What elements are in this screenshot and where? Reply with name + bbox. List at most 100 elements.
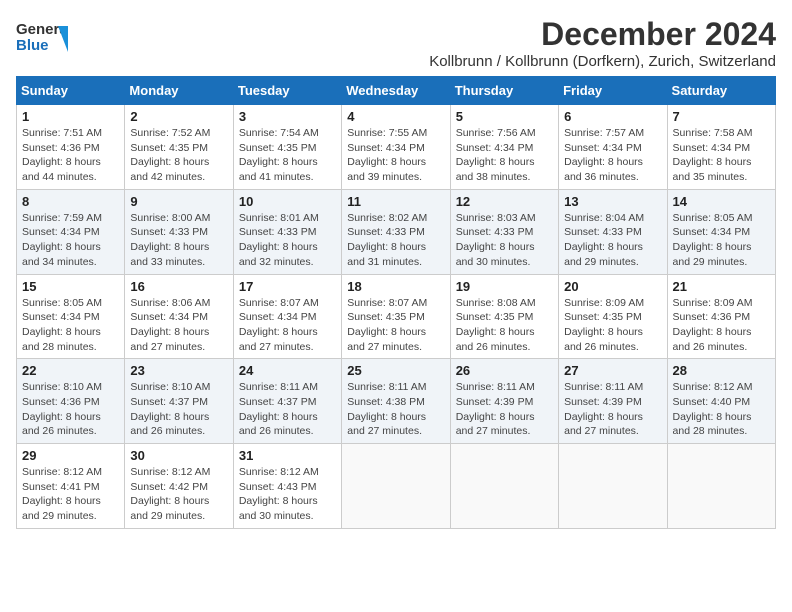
day-info: Sunrise: 8:08 AMSunset: 4:35 PMDaylight:… bbox=[456, 296, 553, 355]
col-thursday: Thursday bbox=[450, 77, 558, 105]
table-row: 22Sunrise: 8:10 AMSunset: 4:36 PMDayligh… bbox=[17, 359, 125, 444]
day-number: 7 bbox=[673, 109, 770, 124]
daylight: Daylight: 8 hours and 26 minutes. bbox=[456, 326, 535, 353]
day-info: Sunrise: 8:05 AMSunset: 4:34 PMDaylight:… bbox=[673, 211, 770, 270]
day-number: 3 bbox=[239, 109, 336, 124]
sunrise: Sunrise: 7:55 AM bbox=[347, 127, 427, 139]
table-row: 25Sunrise: 8:11 AMSunset: 4:38 PMDayligh… bbox=[342, 359, 450, 444]
sunrise: Sunrise: 8:11 AM bbox=[347, 381, 426, 393]
table-row: 31 Sunrise: 8:12 AMSunset: 4:43 PMDayligh… bbox=[233, 444, 341, 529]
table-row: 26Sunrise: 8:11 AMSunset: 4:39 PMDayligh… bbox=[450, 359, 558, 444]
sunrise: Sunrise: 8:07 AM bbox=[347, 297, 427, 309]
table-row: 18Sunrise: 8:07 AMSunset: 4:35 PMDayligh… bbox=[342, 274, 450, 359]
sunrise: Sunrise: 8:04 AM bbox=[564, 212, 644, 224]
table-row: 28Sunrise: 8:12 AMSunset: 4:40 PMDayligh… bbox=[667, 359, 775, 444]
day-number: 17 bbox=[239, 279, 336, 294]
sunrise: Sunrise: 7:51 AM bbox=[22, 127, 102, 139]
table-row: 23Sunrise: 8:10 AMSunset: 4:37 PMDayligh… bbox=[125, 359, 233, 444]
daylight: Daylight: 8 hours and 26 minutes. bbox=[239, 411, 318, 438]
table-row: 9Sunrise: 8:00 AMSunset: 4:33 PMDaylight… bbox=[125, 189, 233, 274]
sunset: Sunset: 4:36 PM bbox=[673, 311, 751, 323]
day-info: Sunrise: 8:09 AMSunset: 4:36 PMDaylight:… bbox=[673, 296, 770, 355]
sunset: Sunset: 4:34 PM bbox=[673, 226, 751, 238]
table-row: 20 Sunrise: 8:09 AMSunset: 4:35 PMDayligh… bbox=[559, 274, 667, 359]
sunrise: Sunrise: 7:52 AM bbox=[130, 127, 210, 139]
logo-icon: General Blue bbox=[16, 16, 68, 60]
calendar-week-5: 29Sunrise: 8:12 AMSunset: 4:41 PMDayligh… bbox=[17, 444, 776, 529]
table-row: 12Sunrise: 8:03 AMSunset: 4:33 PMDayligh… bbox=[450, 189, 558, 274]
day-info: Sunrise: 7:54 AMSunset: 4:35 PMDaylight:… bbox=[239, 126, 336, 185]
table-row bbox=[667, 444, 775, 529]
sunrise: Sunrise: 8:12 AM bbox=[239, 466, 319, 478]
sunset: Sunset: 4:38 PM bbox=[347, 396, 425, 408]
table-row: 7 Sunrise: 7:58 AM Sunset: 4:34 PM Daylight… bbox=[667, 105, 775, 190]
daylight: Daylight: 8 hours and 38 minutes. bbox=[456, 156, 535, 183]
day-info: Sunrise: 8:09 AMSunset: 4:35 PMDaylight:… bbox=[564, 296, 661, 355]
day-info: Sunrise: 7:58 AM Sunset: 4:34 PM Daylight:… bbox=[673, 126, 770, 185]
sunset: Sunset: 4:34 PM bbox=[347, 142, 425, 154]
day-info: Sunrise: 8:03 AMSunset: 4:33 PMDaylight:… bbox=[456, 211, 553, 270]
daylight: Daylight: 8 hours and 28 minutes. bbox=[673, 411, 752, 438]
sunrise: Sunrise: 8:08 AM bbox=[456, 297, 536, 309]
table-row: 14Sunrise: 8:05 AMSunset: 4:34 PMDayligh… bbox=[667, 189, 775, 274]
daylight: Daylight: 8 hours and 42 minutes. bbox=[130, 156, 209, 183]
sunrise: Sunrise: 8:02 AM bbox=[347, 212, 427, 224]
sunrise: Sunrise: 7:58 AM bbox=[673, 127, 753, 139]
day-number: 1 bbox=[22, 109, 119, 124]
col-saturday: Saturday bbox=[667, 77, 775, 105]
table-row: 16Sunrise: 8:06 AMSunset: 4:34 PMDayligh… bbox=[125, 274, 233, 359]
table-row bbox=[559, 444, 667, 529]
day-number: 13 bbox=[564, 194, 661, 209]
table-row: 15Sunrise: 8:05 AMSunset: 4:34 PMDayligh… bbox=[17, 274, 125, 359]
sunrise: Sunrise: 8:06 AM bbox=[130, 297, 210, 309]
daylight: Daylight: 8 hours and 27 minutes. bbox=[130, 326, 209, 353]
day-info: Sunrise: 8:01 AMSunset: 4:33 PMDaylight:… bbox=[239, 211, 336, 270]
sunset: Sunset: 4:34 PM bbox=[22, 226, 100, 238]
sunset: Sunset: 4:34 PM bbox=[22, 311, 100, 323]
day-number: 10 bbox=[239, 194, 336, 209]
daylight: Daylight: 8 hours and 35 minutes. bbox=[673, 156, 752, 183]
day-info: Sunrise: 8:12 AMSunset: 4:43 PMDaylight:… bbox=[239, 465, 336, 524]
sunset: Sunset: 4:37 PM bbox=[239, 396, 317, 408]
table-row: 10 Sunrise: 8:01 AMSunset: 4:33 PMDayligh… bbox=[233, 189, 341, 274]
day-number: 4 bbox=[347, 109, 444, 124]
day-number: 9 bbox=[130, 194, 227, 209]
table-row: 27Sunrise: 8:11 AMSunset: 4:39 PMDayligh… bbox=[559, 359, 667, 444]
svg-text:Blue: Blue bbox=[16, 37, 49, 54]
sunrise: Sunrise: 8:05 AM bbox=[673, 212, 753, 224]
day-number: 20 bbox=[564, 279, 661, 294]
table-row: 19Sunrise: 8:08 AMSunset: 4:35 PMDayligh… bbox=[450, 274, 558, 359]
table-row bbox=[450, 444, 558, 529]
daylight: Daylight: 8 hours and 27 minutes. bbox=[347, 326, 426, 353]
sunset: Sunset: 4:34 PM bbox=[673, 142, 751, 154]
day-number: 8 bbox=[22, 194, 119, 209]
sunset: Sunset: 4:36 PM bbox=[22, 142, 100, 154]
sunset: Sunset: 4:37 PM bbox=[130, 396, 208, 408]
day-number: 6 bbox=[564, 109, 661, 124]
sunset: Sunset: 4:35 PM bbox=[239, 142, 317, 154]
logo: General Blue bbox=[16, 16, 68, 60]
day-number: 31 bbox=[239, 448, 336, 463]
daylight: Daylight: 8 hours and 26 minutes. bbox=[22, 411, 101, 438]
day-number: 22 bbox=[22, 363, 119, 378]
sunrise: Sunrise: 8:11 AM bbox=[239, 381, 318, 393]
day-number: 11 bbox=[347, 194, 444, 209]
header: General Blue December 2024 Kollbrunn / K… bbox=[16, 16, 776, 70]
day-number: 26 bbox=[456, 363, 553, 378]
daylight: Daylight: 8 hours and 27 minutes. bbox=[347, 411, 426, 438]
daylight: Daylight: 8 hours and 29 minutes. bbox=[564, 241, 643, 268]
daylight: Daylight: 8 hours and 44 minutes. bbox=[22, 156, 101, 183]
day-info: Sunrise: 8:11 AMSunset: 4:39 PMDaylight:… bbox=[564, 380, 661, 439]
table-row: 1 Sunrise: 7:51 AM Sunset: 4:36 PM Daylight… bbox=[17, 105, 125, 190]
day-number: 23 bbox=[130, 363, 227, 378]
sunrise: Sunrise: 8:00 AM bbox=[130, 212, 210, 224]
table-row: 11Sunrise: 8:02 AMSunset: 4:33 PMDayligh… bbox=[342, 189, 450, 274]
day-info: Sunrise: 8:12 AMSunset: 4:41 PMDaylight:… bbox=[22, 465, 119, 524]
calendar-week-4: 22Sunrise: 8:10 AMSunset: 4:36 PMDayligh… bbox=[17, 359, 776, 444]
col-tuesday: Tuesday bbox=[233, 77, 341, 105]
table-row: 17Sunrise: 8:07 AMSunset: 4:34 PMDayligh… bbox=[233, 274, 341, 359]
subtitle: Kollbrunn / Kollbrunn (Dorfkern), Zurich… bbox=[429, 53, 776, 70]
calendar-week-2: 8Sunrise: 7:59 AMSunset: 4:34 PMDaylight… bbox=[17, 189, 776, 274]
day-info: Sunrise: 7:57 AMSunset: 4:34 PMDaylight:… bbox=[564, 126, 661, 185]
day-info: Sunrise: 8:07 AMSunset: 4:35 PMDaylight:… bbox=[347, 296, 444, 355]
